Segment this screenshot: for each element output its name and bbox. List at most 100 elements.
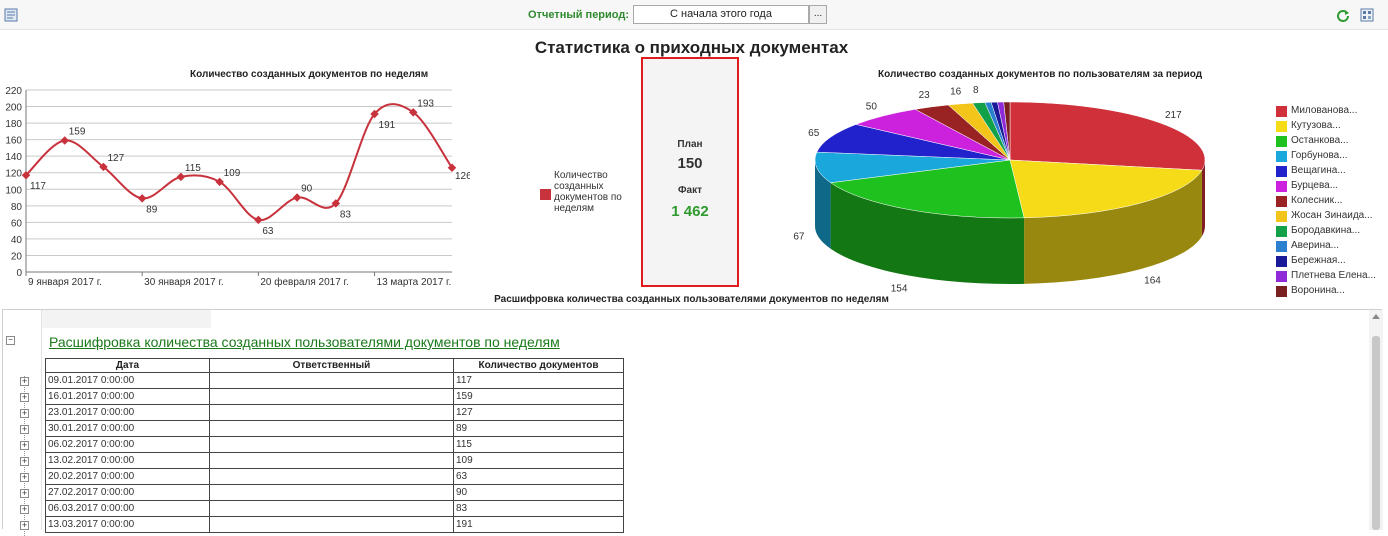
pie-legend-item: Бурцева... — [1276, 179, 1382, 194]
data-point — [60, 136, 69, 145]
panel-header-stub — [41, 310, 211, 328]
y-tick-label: 200 — [5, 103, 22, 114]
period-select-button[interactable]: ... — [809, 5, 827, 24]
pie-value-label: 67 — [793, 232, 805, 243]
expand-row-icon[interactable]: + — [20, 409, 29, 418]
cell-date: 13.02.2017 0:00:00 — [45, 452, 210, 469]
expand-row-icon[interactable]: + — [20, 505, 29, 514]
x-tick-label: 30 января 2017 г. — [144, 277, 223, 288]
y-tick-label: 80 — [11, 202, 23, 213]
fact-value: 1 462 — [671, 203, 709, 220]
cell-count: 83 — [453, 500, 624, 517]
expand-row-icon[interactable]: + — [20, 473, 29, 482]
scroll-up-icon[interactable] — [1372, 314, 1380, 319]
cell-date: 27.02.2017 0:00:00 — [45, 484, 210, 501]
y-tick-label: 40 — [11, 235, 23, 246]
legend-label: Вещагина... — [1291, 165, 1346, 176]
cell-date: 09.01.2017 0:00:00 — [45, 372, 210, 389]
table-row[interactable]: 27.02.2017 0:00:00 90 — [45, 484, 624, 501]
column-header-responsible[interactable]: Ответственный — [209, 358, 454, 373]
cell-count: 159 — [453, 388, 624, 405]
table-row[interactable]: 13.03.2017 0:00:00 191 — [45, 516, 624, 533]
pie-legend-item: Останкова... — [1276, 134, 1382, 149]
legend-label: Плетнева Елена... — [1291, 270, 1376, 281]
cell-count: 63 — [453, 468, 624, 485]
cell-date: 06.03.2017 0:00:00 — [45, 500, 210, 517]
cell-date: 16.01.2017 0:00:00 — [45, 388, 210, 405]
pie-legend-item: Горбунова... — [1276, 149, 1382, 164]
y-tick-label: 220 — [5, 86, 22, 97]
pie-value-label: 154 — [891, 283, 908, 292]
expand-row-icon[interactable]: + — [20, 425, 29, 434]
cell-date: 13.03.2017 0:00:00 — [45, 516, 210, 533]
table-row[interactable]: 09.01.2017 0:00:00 117 — [45, 372, 624, 389]
data-label: 191 — [379, 120, 396, 131]
table-row[interactable]: 06.03.2017 0:00:00 83 — [45, 500, 624, 517]
line-chart: 0 20 40 60 80 100 120 140 160 180 200 220 9 января 2… — [5, 86, 470, 288]
settings-icon[interactable] — [1360, 8, 1374, 22]
fact-label: Факт — [678, 185, 702, 196]
collapse-group-icon[interactable]: − — [6, 336, 15, 345]
x-tick-label: 13 марта 2017 г. — [377, 277, 452, 288]
table-row[interactable]: 13.02.2017 0:00:00 109 — [45, 452, 624, 469]
x-tick-label: 20 февраля 2017 г. — [260, 276, 348, 288]
cell-count: 109 — [453, 452, 624, 469]
pie-chart: 217 164 154 67 65 50 23 16 8 — [793, 85, 1206, 292]
table-row[interactable]: 06.02.2017 0:00:00 115 — [45, 436, 624, 453]
table-row[interactable]: 30.01.2017 0:00:00 89 — [45, 420, 624, 437]
expand-row-icon[interactable]: + — [20, 489, 29, 498]
vertical-scrollbar[interactable] — [1369, 310, 1383, 530]
legend-swatch — [1276, 271, 1287, 282]
data-point — [292, 193, 302, 202]
legend-swatch — [540, 189, 551, 200]
legend-swatch — [1276, 181, 1287, 192]
detail-panel: − Расшифровка количества созданных польз… — [2, 309, 1383, 536]
legend-swatch — [1276, 121, 1287, 132]
legend-label: Останкова... — [1291, 135, 1349, 146]
table-row[interactable]: 16.01.2017 0:00:00 159 — [45, 388, 624, 405]
cell-count: 115 — [453, 436, 624, 453]
y-tick-label: 140 — [5, 152, 22, 163]
y-tick-label: 100 — [5, 185, 22, 196]
plan-fact-box: План 150 Факт 1 462 — [641, 57, 739, 287]
scroll-thumb[interactable] — [1372, 336, 1380, 530]
cell-responsible — [209, 436, 454, 453]
pie-value-label: 50 — [866, 101, 878, 112]
legend-swatch — [1276, 256, 1287, 267]
data-label: 127 — [107, 153, 124, 164]
report-link[interactable]: Расшифровка количества созданных пользов… — [49, 334, 560, 350]
pie-value-label: 8 — [973, 85, 979, 96]
pie-legend-item: Плетнева Елена... — [1276, 269, 1382, 284]
expand-row-icon[interactable]: + — [20, 377, 29, 386]
cell-count: 90 — [453, 484, 624, 501]
legend-swatch — [1276, 106, 1287, 117]
cell-date: 06.02.2017 0:00:00 — [45, 436, 210, 453]
cell-responsible — [209, 372, 454, 389]
expand-row-icon[interactable]: + — [20, 457, 29, 466]
y-tick-label: 120 — [5, 169, 22, 180]
column-header-date[interactable]: Дата — [45, 358, 210, 373]
period-label: Отчетный период: — [528, 9, 630, 21]
report-icon[interactable] — [4, 8, 18, 22]
expand-row-icon[interactable]: + — [20, 393, 29, 402]
table-row[interactable]: 20.02.2017 0:00:00 63 — [45, 468, 624, 485]
period-field[interactable]: С начала этого года — [633, 5, 809, 24]
panel-divider — [41, 310, 42, 530]
cell-date: 20.02.2017 0:00:00 — [45, 468, 210, 485]
y-tick-label: 160 — [5, 136, 22, 147]
legend-swatch — [1276, 226, 1287, 237]
legend-swatch — [1276, 241, 1287, 252]
data-label: 109 — [224, 168, 241, 179]
column-header-count[interactable]: Количество документов — [453, 358, 624, 373]
expand-row-icon[interactable]: + — [20, 441, 29, 450]
legend-label: Кутузова... — [1291, 120, 1341, 131]
legend-label: Количество созданных документов по недел… — [554, 170, 622, 214]
x-tick-label: 9 января 2017 г. — [28, 277, 102, 288]
data-label: 126 — [455, 171, 470, 182]
data-label: 63 — [262, 226, 274, 237]
table-row[interactable]: 23.01.2017 0:00:00 127 — [45, 404, 624, 421]
cell-responsible — [209, 388, 454, 405]
refresh-icon[interactable] — [1336, 8, 1350, 22]
pie-legend-item: Бородавкина... — [1276, 224, 1382, 239]
page-title: Статистика о приходных документах — [534, 38, 849, 57]
